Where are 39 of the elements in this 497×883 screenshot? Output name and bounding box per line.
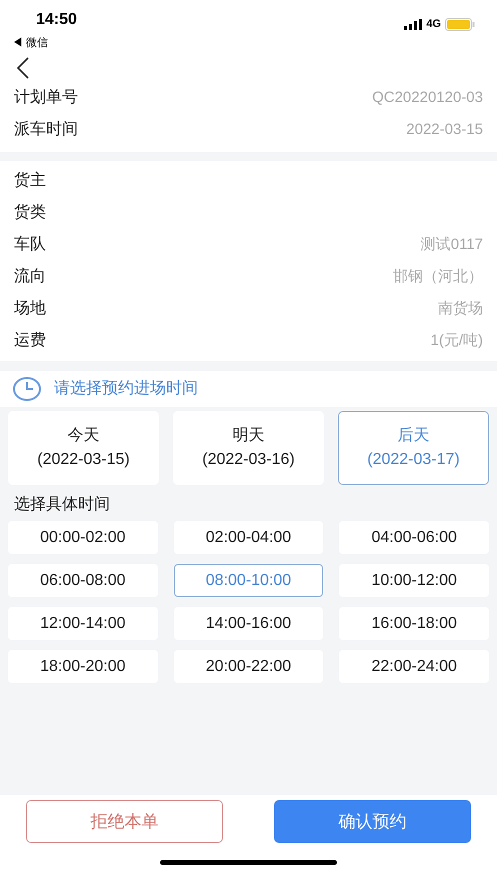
section-title: 选择具体时间 [14,494,110,515]
time-slot[interactable]: 04:00-06:00 [339,521,489,554]
day-option[interactable]: 明天 (2022-03-16) [173,411,324,485]
network-label: 4G [426,17,441,32]
field-label: 计划单号 [14,88,78,108]
field-label: 车队 [14,234,46,255]
time-slot[interactable]: 18:00-20:00 [8,650,158,683]
field-label: 场地 [14,298,46,319]
field-label: 流向 [14,266,46,287]
field-value: QC20220120-03 [372,88,483,108]
confirm-button[interactable]: 确认预约 [274,800,471,843]
time-slot[interactable]: 08:00-10:00 [174,564,324,597]
field-value: 1(元/吨) [430,330,483,351]
day-option[interactable]: 今天 (2022-03-15) [8,411,159,485]
back-icon[interactable] [16,57,30,79]
field-value: 2022-03-15 [406,120,483,140]
field-value: 测试0117 [420,234,483,255]
field-label: 货类 [14,202,46,223]
battery-icon [445,18,475,31]
field-value: 邯钢（河北） [393,266,483,287]
field-label: 货主 [14,170,46,191]
clock-icon [12,376,42,402]
time-slot[interactable]: 06:00-08:00 [8,564,158,597]
time-slot[interactable]: 02:00-04:00 [174,521,324,554]
signal-icon [404,18,422,30]
time-slot[interactable]: 10:00-12:00 [339,564,489,597]
time-slot[interactable]: 16:00-18:00 [339,607,489,640]
status-time: 14:50 [36,10,77,30]
time-slot[interactable]: 12:00-14:00 [8,607,158,640]
back-app-link[interactable]: ◀ 微信 [12,37,48,49]
time-slot[interactable]: 00:00-02:00 [8,521,158,554]
day-option[interactable]: 后天 (2022-03-17) [338,411,489,485]
field-label: 运费 [14,330,46,351]
field-value: 南货场 [438,298,483,319]
time-slot[interactable]: 14:00-16:00 [174,607,324,640]
prompt-text: 请选择预约进场时间 [54,378,198,399]
time-slot[interactable]: 22:00-24:00 [339,650,489,683]
field-label: 派车时间 [14,120,78,140]
time-slot[interactable]: 20:00-22:00 [174,650,324,683]
